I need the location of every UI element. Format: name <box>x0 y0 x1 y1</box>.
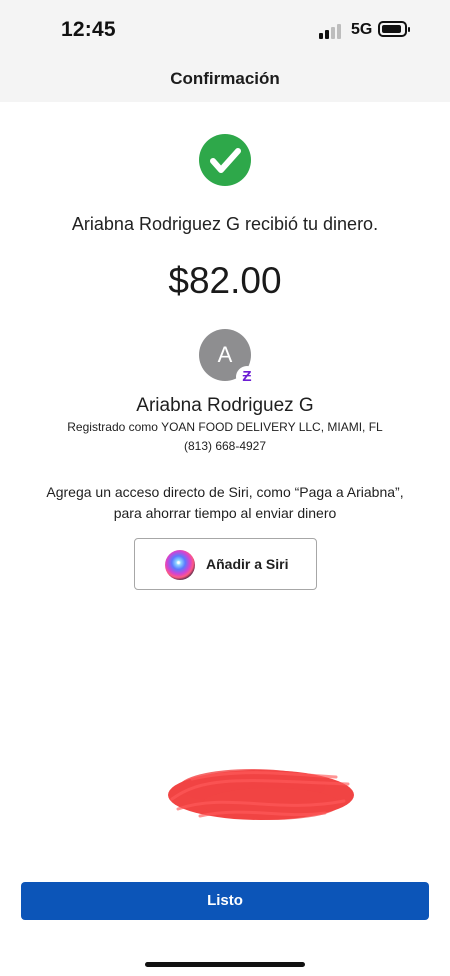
cellular-signal-icon <box>319 23 345 39</box>
recipient-phone: (813) 668-4927 <box>183 439 267 453</box>
done-button[interactable]: Listo <box>21 882 429 920</box>
signal-bar <box>325 30 329 39</box>
add-to-siri-button[interactable]: Añadir a Siri <box>134 538 317 590</box>
confirmation-message: Ariabna Rodriguez G recibió tu dinero. <box>71 214 379 234</box>
redaction-scribble <box>168 769 354 820</box>
recipient-name: Ariabna Rodriguez G <box>136 395 314 416</box>
battery-icon <box>378 21 410 37</box>
siri-icon <box>165 550 195 580</box>
home-indicator[interactable] <box>145 962 305 967</box>
page-title: Confirmación <box>170 69 280 88</box>
signal-bar <box>331 27 335 39</box>
siri-prompt-line-1: Agrega un acceso directo de Siri, como “… <box>46 484 404 500</box>
network-type: 5G <box>351 21 373 38</box>
add-to-siri-label: Añadir a Siri <box>206 556 289 572</box>
recipient-registration: Registrado como YOAN FOOD DELIVERY LLC, … <box>67 420 383 434</box>
check-mark-icon <box>210 148 241 173</box>
check-circle-icon <box>199 134 251 186</box>
payment-amount: $82.00 <box>168 260 282 301</box>
status-time: 12:45 <box>61 18 116 41</box>
signal-bar <box>319 33 323 39</box>
siri-prompt-line-2: para ahorrar tiempo al enviar dinero <box>113 505 337 521</box>
signal-bar <box>337 24 341 39</box>
zelle-icon: Ƶ <box>236 366 258 388</box>
status-bar: 12:45 5G <box>0 0 450 58</box>
header-area: 12:45 5G Confirmación <box>0 0 450 102</box>
